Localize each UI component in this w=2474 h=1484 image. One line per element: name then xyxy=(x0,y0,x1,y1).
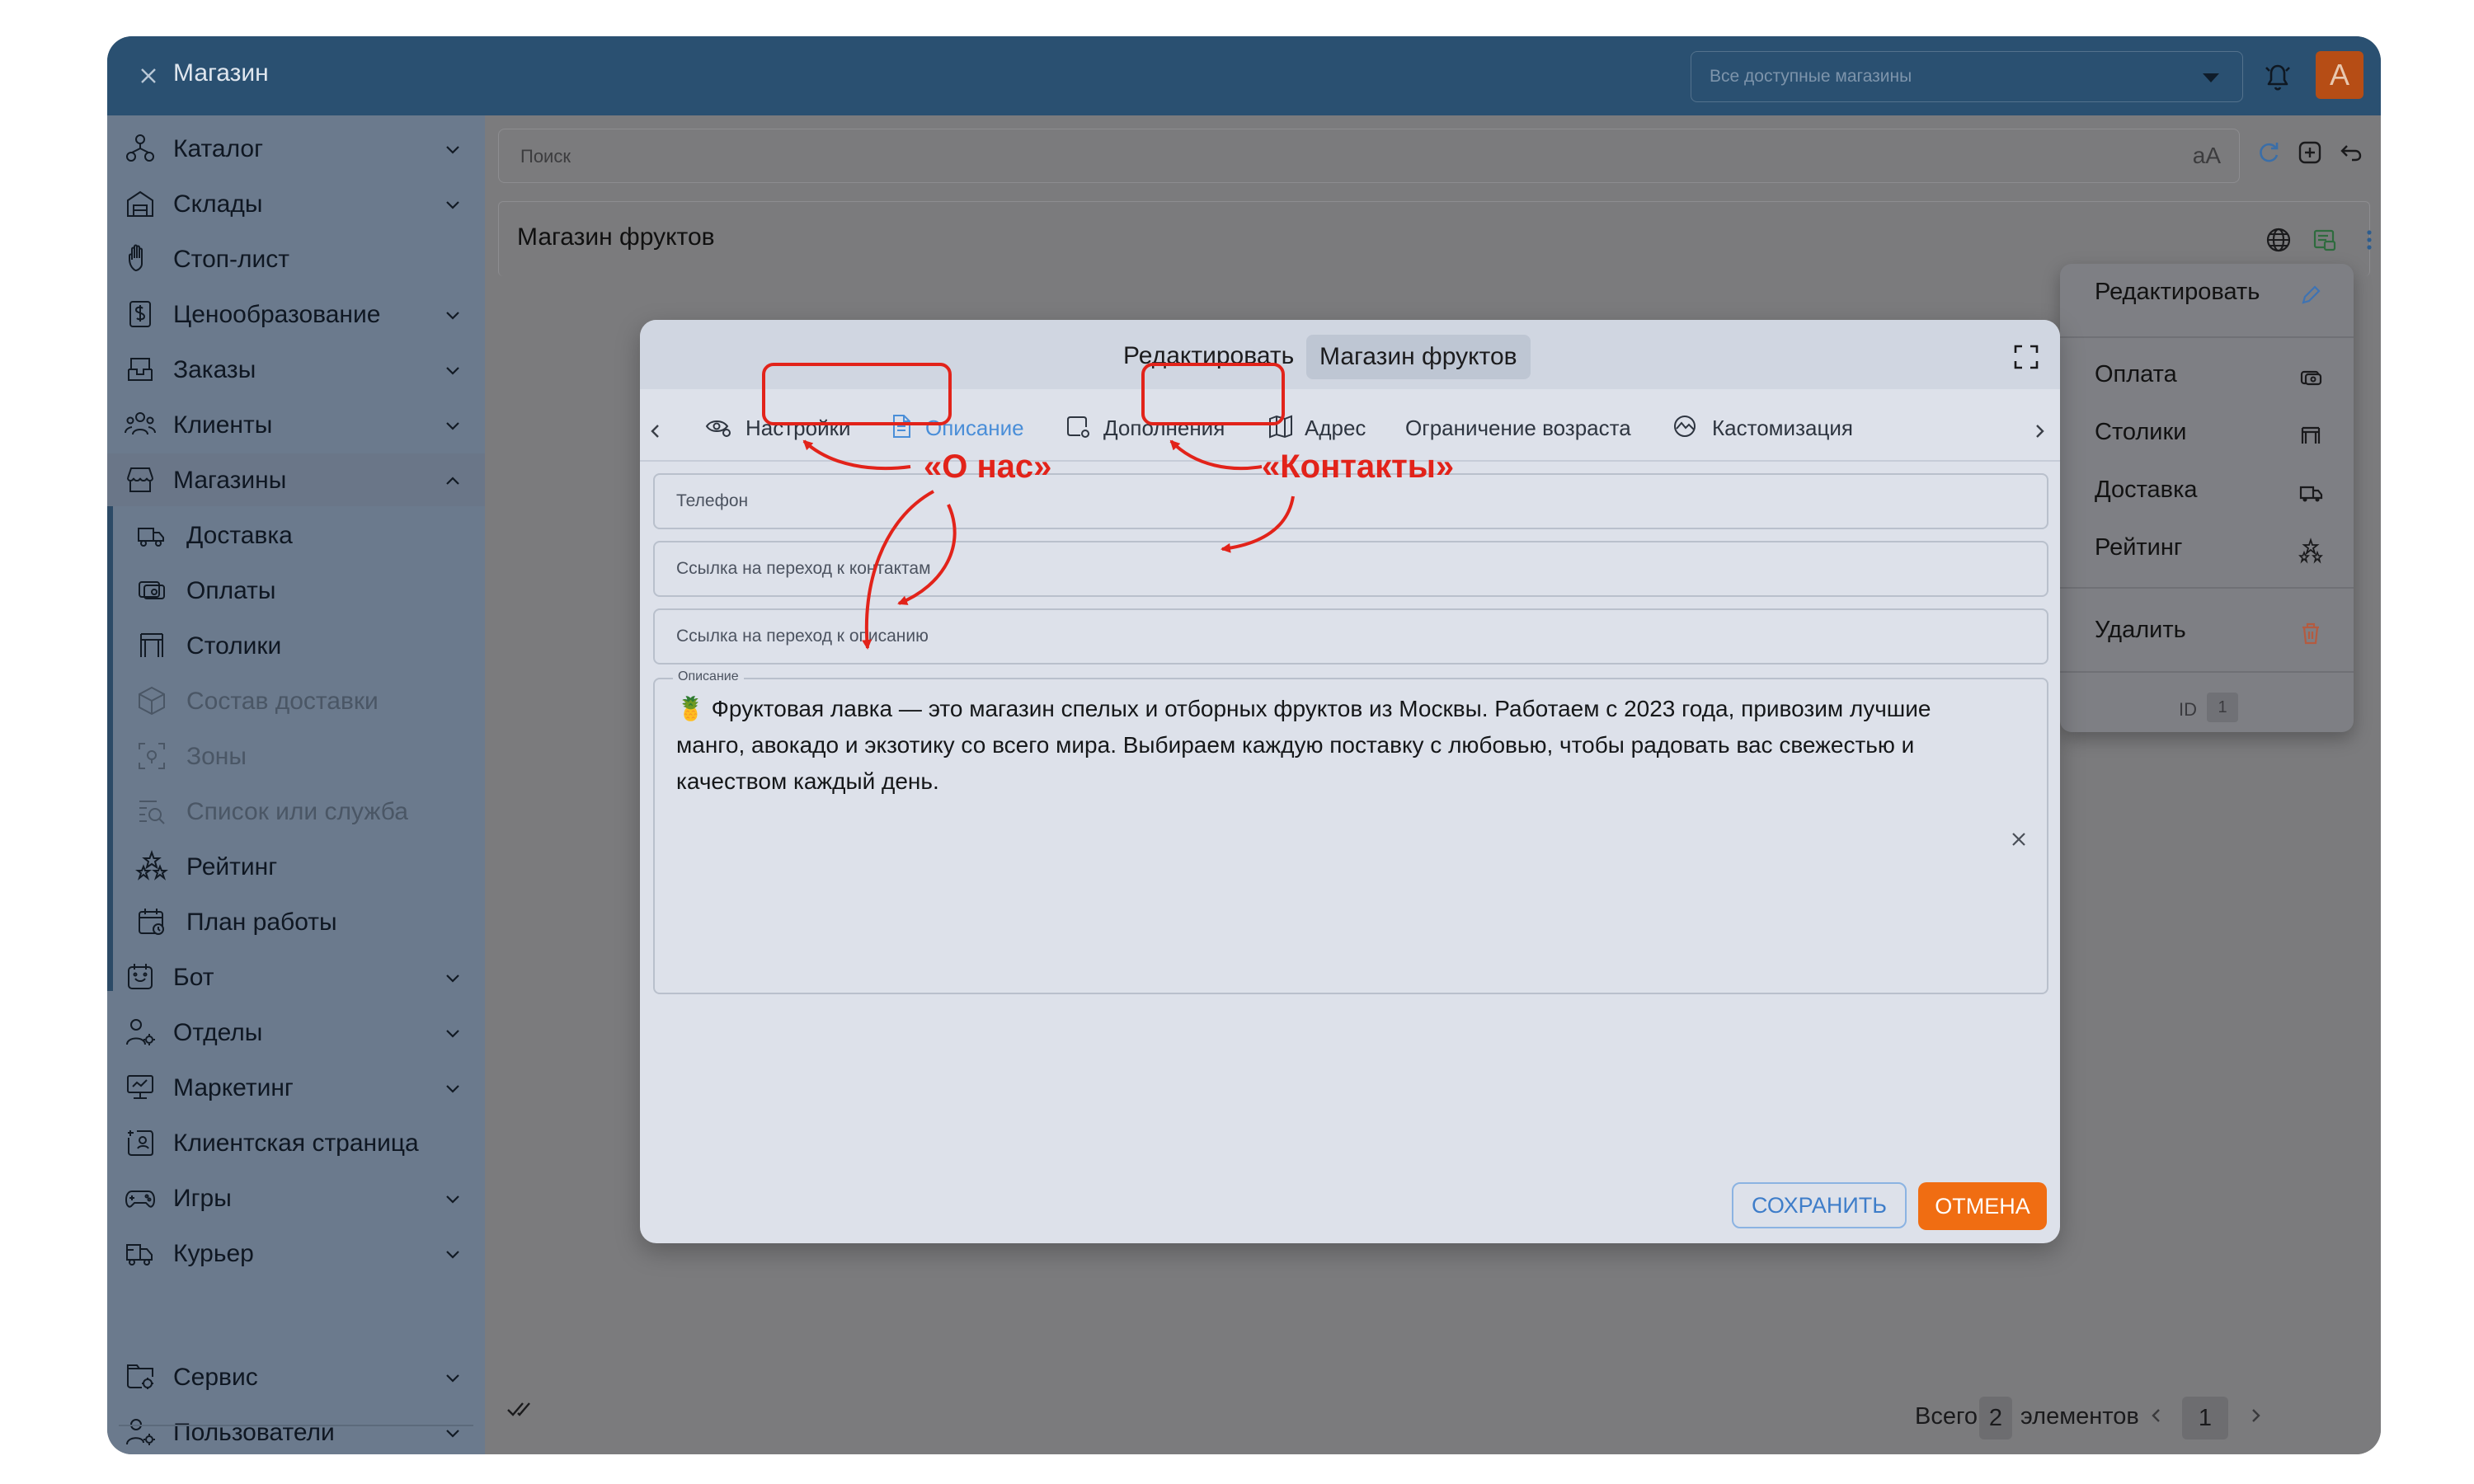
annotation-arrow xyxy=(802,439,911,471)
annotation-arrow xyxy=(862,490,934,650)
annotation-arrow xyxy=(897,504,957,605)
annotation-arrow xyxy=(1221,495,1295,553)
annotation-arrows xyxy=(802,439,1295,650)
annotation-arrow xyxy=(1169,439,1263,471)
